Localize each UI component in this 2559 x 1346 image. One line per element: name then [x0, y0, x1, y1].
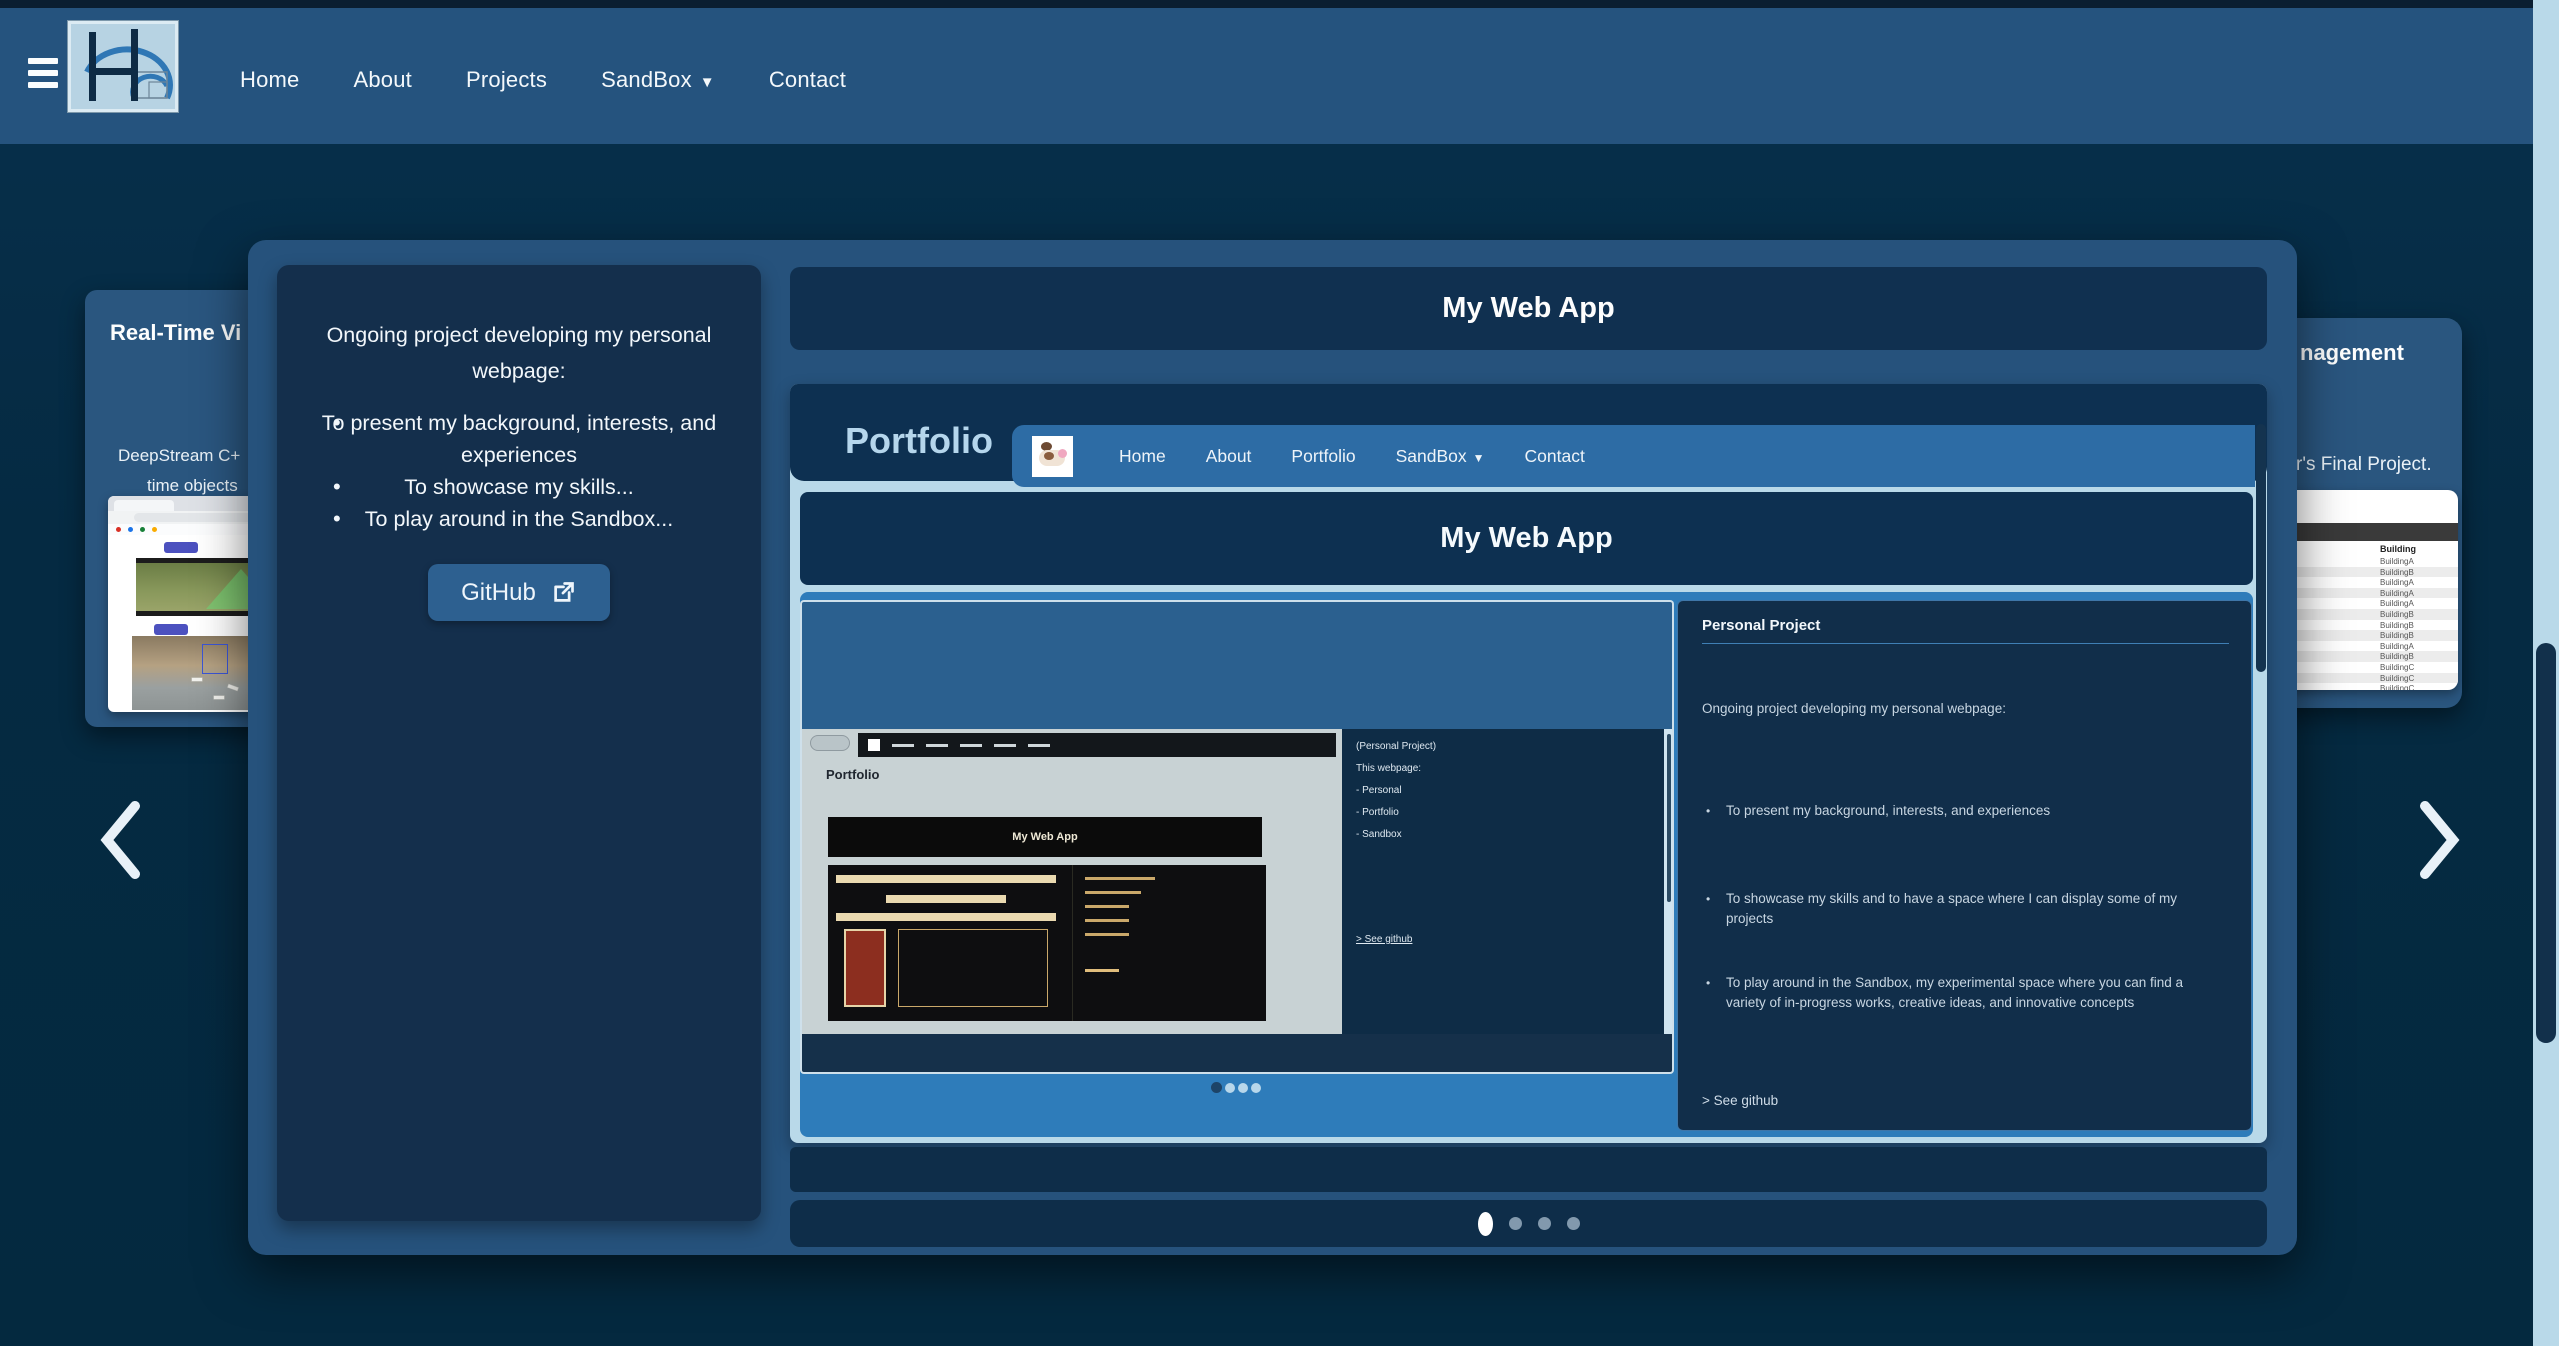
nested-navbar: Home About Portfolio SandBox▼ Contact — [1012, 425, 2255, 487]
nested-cow-logo-icon — [1032, 436, 1073, 477]
nested-panel-heading: Personal Project — [1702, 617, 1820, 634]
table-column-header: Building — [2380, 544, 2416, 554]
nested-page-title-bar: My Web App — [800, 492, 2253, 585]
dropdown-caret-icon: ▼ — [700, 74, 715, 91]
top-edge-strip — [0, 0, 2533, 8]
project-description-panel: Ongoing project developing my personal w… — [277, 265, 761, 1221]
nav-item-contact[interactable]: Contact — [769, 67, 846, 93]
level3-scrollbar-thumb — [1667, 734, 1671, 902]
browser-tab — [114, 500, 174, 511]
level3-grey-page: Portfolio My Web App — [802, 729, 1340, 1034]
nested-panel-intro: Ongoing project developing my personal w… — [1702, 699, 2222, 719]
bullet-item: To showcase my skills... — [277, 471, 761, 503]
nav-item-about[interactable]: About — [354, 67, 413, 93]
nested-dot — [1238, 1083, 1248, 1093]
level3-heading: Portfolio — [826, 767, 879, 782]
level3-title-bar: My Web App — [828, 817, 1262, 857]
level3-github-link: > See github — [1356, 934, 1412, 945]
active-project-slide: Ongoing project developing my personal w… — [248, 240, 2297, 1255]
refresh-button-thumb — [164, 542, 198, 553]
level3-nav-bar — [858, 733, 1336, 757]
nested-dot — [1251, 1083, 1261, 1093]
level4-screenshot-abstract — [828, 865, 1266, 1021]
carousel-pagination-bar — [790, 1200, 2267, 1247]
refresh-button-thumb — [154, 624, 188, 635]
nested-github-link: > See github — [1702, 1093, 1778, 1108]
card-text-line1: DeepStream C+ — [118, 446, 240, 466]
main-navbar: Home About Projects SandBox▼ Contact — [0, 8, 2533, 144]
nested-nav-about: About — [1206, 446, 1252, 467]
nested-scrollbar-thumb — [2256, 424, 2266, 672]
webapp-screenshot: Portfolio Home About Portfolio SandBox▼ … — [790, 384, 2267, 1143]
pagination-dot-active[interactable] — [1478, 1212, 1493, 1236]
pagination-dot[interactable] — [1567, 1217, 1580, 1230]
bullet-item: To play around in the Sandbox... — [277, 503, 761, 535]
slide-title-bar: My Web App — [790, 267, 2267, 350]
card-text-line2: time objects — [147, 476, 238, 496]
nested-nav-portfolio: Portfolio — [1291, 446, 1355, 467]
level3-hero-band — [802, 602, 1674, 729]
hamburger-menu-icon[interactable] — [28, 58, 60, 94]
level3-description-panel: (Personal Project) This webpage: - Perso… — [1342, 729, 1664, 1034]
page: Home About Projects SandBox▼ Contact Rea… — [0, 0, 2559, 1346]
pagination-dot[interactable] — [1538, 1217, 1551, 1230]
nested-carousel-dots — [1211, 1082, 1261, 1093]
nested-carousel: Portfolio My Web App — [800, 592, 2253, 1137]
nested-nav-home: Home — [1119, 446, 1166, 467]
page-scrollbar-thumb[interactable] — [2536, 643, 2556, 1043]
bookmark-dot — [140, 527, 145, 532]
nested-panel-bullet: To play around in the Sandbox, my experi… — [1702, 973, 2222, 1013]
level3-logo-icon — [868, 739, 880, 751]
nested-page-title: My Web App — [1440, 522, 1612, 555]
pagination-dot[interactable] — [1509, 1217, 1522, 1230]
github-button-label: GitHub — [461, 579, 536, 607]
bookmark-dot — [116, 527, 121, 532]
nested-panel-bullet: To present my background, interests, and… — [1702, 801, 2222, 821]
nav-item-home[interactable]: Home — [240, 67, 300, 93]
slide-bottom-strip — [790, 1147, 2267, 1192]
nested-screenshot-level3: Portfolio My Web App — [800, 600, 1674, 1074]
nested-dot — [1225, 1083, 1235, 1093]
card-title: nagement — [2300, 340, 2404, 366]
nested-nav-sandbox: SandBox▼ — [1396, 446, 1485, 467]
bookmark-dot — [152, 527, 157, 532]
nav-item-sandbox[interactable]: SandBox▼ — [601, 67, 715, 93]
bookmark-dot — [128, 527, 133, 532]
main-nav-items: Home About Projects SandBox▼ Contact — [240, 16, 846, 144]
card-text: r's Final Project. — [2296, 454, 2432, 476]
github-button[interactable]: GitHub — [428, 564, 610, 621]
dropdown-caret-icon: ▼ — [1473, 451, 1485, 465]
bullet-item: To present my background, interests, and… — [277, 407, 761, 471]
nested-description-panel: Personal Project Ongoing project develop… — [1677, 600, 2252, 1131]
golden-ratio-logo-icon — [71, 24, 175, 109]
card-title: Real-Time Vi — [110, 320, 241, 346]
carousel-next-arrow-icon[interactable] — [2413, 800, 2465, 880]
nested-brand-title: Portfolio — [845, 420, 993, 462]
nav-item-projects[interactable]: Projects — [466, 67, 547, 93]
level3-button — [810, 735, 850, 751]
external-link-icon — [550, 579, 577, 606]
carousel-prev-arrow-icon[interactable] — [95, 800, 147, 880]
nested-dot-active — [1211, 1082, 1222, 1093]
project-bullet-list: To present my background, interests, and… — [277, 407, 761, 535]
nested-nav-contact: Contact — [1525, 446, 1585, 467]
project-intro-text: Ongoing project developing my personal w… — [277, 317, 761, 389]
nested-nav-items: Home About Portfolio SandBox▼ Contact — [1119, 446, 1585, 467]
level3-bottom-strip — [802, 1034, 1674, 1074]
nested-panel-divider — [1702, 643, 2229, 644]
slide-title: My Web App — [1442, 292, 1614, 325]
nested-panel-bullet: To showcase my skills and to have a spac… — [1702, 889, 2222, 929]
site-logo[interactable] — [68, 21, 178, 112]
